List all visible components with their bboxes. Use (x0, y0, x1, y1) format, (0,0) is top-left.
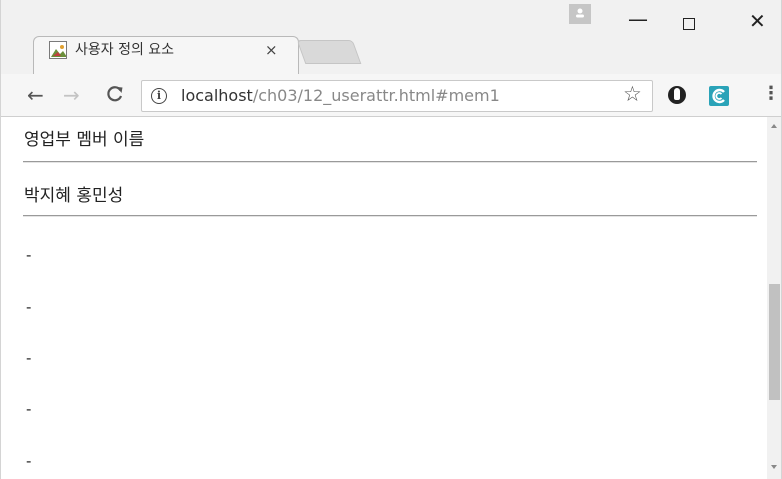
list-item: - (26, 349, 32, 367)
bookmark-star-icon[interactable]: ☆ (623, 83, 642, 105)
url-text[interactable]: localhost/ch03/12_userattr.html#mem1 (181, 86, 500, 105)
reload-icon[interactable] (105, 84, 125, 108)
section-heading: 영업부 멤버 이름 (24, 130, 145, 150)
window-close-button[interactable]: ✕ (749, 11, 766, 31)
minimize-button[interactable]: — (628, 9, 648, 29)
list-item: - (26, 400, 32, 418)
new-tab-button[interactable] (296, 40, 362, 64)
url-host: localhost (181, 86, 253, 105)
divider (23, 215, 757, 217)
extension-icon[interactable] (668, 86, 686, 104)
scrollbar-thumb[interactable] (769, 284, 780, 400)
member-names: 박지혜 홍민성 (24, 186, 124, 206)
scroll-down-arrow-icon[interactable] (771, 465, 777, 469)
back-arrow-icon[interactable]: ← (27, 84, 44, 106)
list-item: - (26, 452, 32, 470)
browser-window: 사용자 정의 요소 × — ✕ ← → i localhost/ch03/12_… (0, 0, 782, 479)
scroll-up-arrow-icon[interactable] (771, 124, 777, 128)
page-content: 영업부 멤버 이름 박지혜 홍민성 - - - - - (2, 117, 767, 479)
forward-arrow-icon[interactable]: → (63, 84, 80, 106)
tab-close-icon[interactable]: × (265, 42, 278, 58)
info-icon[interactable]: i (151, 88, 167, 104)
url-path: /ch03/12_userattr.html#mem1 (252, 86, 500, 105)
list-item: - (26, 298, 32, 316)
divider (23, 161, 757, 163)
profile-icon[interactable] (569, 4, 591, 24)
list-item: - (26, 246, 32, 264)
menu-dots-icon[interactable]: ⋮ (762, 84, 780, 104)
extension-icon[interactable] (709, 86, 729, 106)
image-favicon-icon (49, 41, 67, 59)
maximize-button[interactable] (683, 18, 695, 30)
tab-title: 사용자 정의 요소 (75, 42, 175, 58)
